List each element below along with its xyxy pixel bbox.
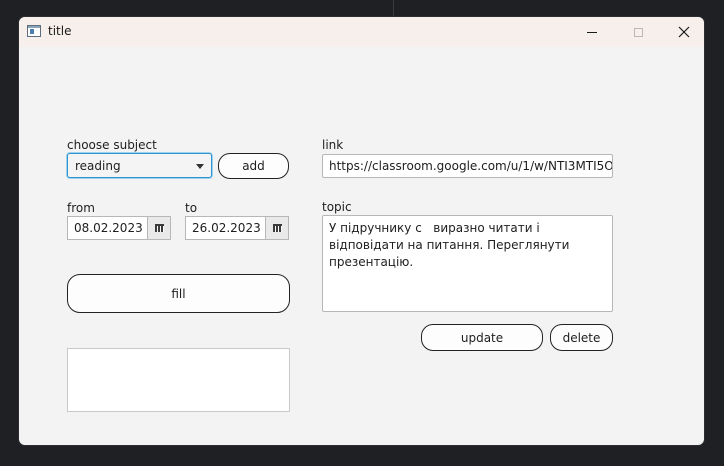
to-date-picker[interactable]: 26.02.2023 [185,216,291,240]
from-date-picker[interactable]: 08.02.2023 [67,216,171,240]
fill-button[interactable]: fill [67,274,290,313]
update-button[interactable]: update [421,324,543,351]
subject-select-value: reading [75,159,121,173]
from-label: from [67,201,95,215]
app-window-icon [27,25,41,37]
maximize-button[interactable] [615,17,661,47]
background-divider [393,0,394,16]
topic-textarea[interactable]: У підручнику с виразно читати і відповід… [322,215,613,312]
subject-select[interactable]: reading [67,153,212,178]
calendar-icon [154,224,164,232]
from-date-input[interactable]: 08.02.2023 [67,216,147,240]
close-icon [678,26,690,38]
calendar-icon [272,224,282,232]
to-label: to [185,201,198,215]
results-list[interactable] [67,348,290,412]
subject-label: choose subject [67,138,157,152]
close-button[interactable] [661,17,704,47]
chevron-down-icon [196,164,204,169]
title-bar[interactable]: title [19,17,704,47]
link-label: link [322,138,344,152]
app-window: title choose subject reading add from 08… [18,16,705,446]
delete-button[interactable]: delete [550,324,613,351]
to-date-input[interactable]: 26.02.2023 [185,216,265,240]
minimize-icon [587,31,597,33]
from-calendar-button[interactable] [147,216,171,240]
topic-label: topic [322,200,352,214]
link-input[interactable]: https://classroom.google.com/u/1/w/NTI3M… [322,154,613,178]
to-calendar-button[interactable] [265,216,289,240]
window-title: title [48,24,72,38]
maximize-icon [633,27,643,37]
add-button[interactable]: add [218,153,289,179]
minimize-button[interactable] [569,17,615,47]
